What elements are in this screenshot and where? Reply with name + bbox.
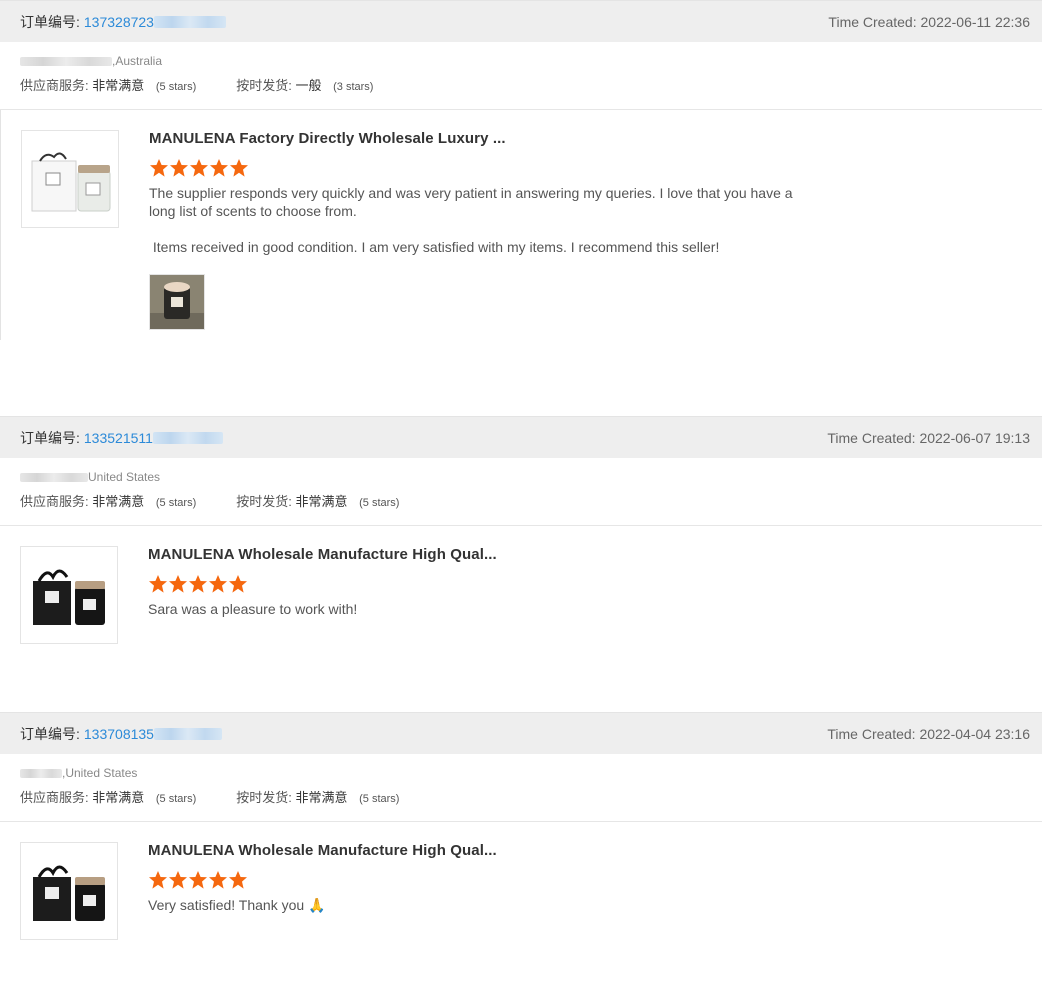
supplier-service-stars: (5 stars) (155, 793, 197, 805)
order-number-link[interactable]: 133708135 (84, 726, 154, 742)
buyer-info: ,United States 供应商服务: 非常满意 (5 stars) 按时发… (0, 754, 1042, 822)
review-text: Sara was a pleasure to work with! (148, 600, 808, 618)
star-icon (209, 575, 227, 593)
order-header: 订单编号: 133521511 Time Created: 2022-06-07… (0, 416, 1042, 458)
rating-stars (148, 574, 808, 594)
supplier-service-stars: (5 stars) (155, 81, 197, 93)
review-photo[interactable] (149, 274, 205, 330)
star-icon (169, 871, 187, 889)
star-icon (229, 871, 247, 889)
review-card: 订单编号: 133708135 Time Created: 2022-04-04… (0, 712, 1042, 940)
white-candle-set-image (22, 131, 118, 227)
on-time-delivery-label: 按时发货: (236, 78, 292, 93)
review-card: 订单编号: 137328723 Time Created: 2022-06-11… (0, 0, 1042, 340)
star-icon (149, 871, 167, 889)
supplier-service-label: 供应商服务: (20, 790, 89, 805)
star-icon (169, 575, 187, 593)
on-time-delivery-stars: (3 stars) (333, 81, 374, 93)
redacted-buyer-name (20, 472, 88, 482)
supplier-service-rating: 供应商服务: 非常满意 (5 stars) (20, 75, 196, 94)
buyer-country: ,United States (62, 766, 138, 780)
product-title[interactable]: MANULENA Wholesale Manufacture High Qual… (148, 546, 808, 564)
buyer-info: United States 供应商服务: 非常满意 (5 stars) 按时发货… (0, 458, 1042, 526)
supplier-service-stars: (5 stars) (155, 497, 197, 509)
on-time-delivery-value: 非常满意 (295, 790, 348, 805)
on-time-delivery-label: 按时发货: (236, 790, 292, 805)
product-thumbnail[interactable] (20, 546, 118, 644)
redacted-order-digits (152, 431, 223, 444)
buyer-country: United States (88, 470, 161, 484)
order-number-link[interactable]: 133521511 (84, 430, 153, 446)
on-time-delivery-value: 非常满意 (295, 494, 348, 509)
time-created-value: 2022-06-11 22:36 (920, 13, 1031, 30)
star-icon (170, 159, 188, 177)
star-icon (229, 575, 247, 593)
time-created-value: 2022-06-07 19:13 (919, 429, 1030, 446)
star-icon (189, 871, 207, 889)
redacted-buyer-name (20, 768, 62, 778)
supplier-service-value: 非常满意 (92, 790, 145, 805)
order-header: 订单编号: 137328723 Time Created: 2022-06-11… (0, 0, 1042, 42)
on-time-delivery-rating: 按时发货: 一般 (3 stars) (236, 75, 373, 94)
on-time-delivery-stars: (5 stars) (359, 497, 400, 509)
star-icon (150, 159, 168, 177)
buyer-info: ,Australia 供应商服务: 非常满意 (5 stars) 按时发货: 一… (0, 42, 1042, 110)
rating-stars (149, 158, 809, 178)
black-candle-gift-box-image (21, 843, 117, 939)
order-number-link[interactable]: 137328723 (84, 14, 154, 30)
review-text: Very satisfied! Thank you 🙏 (148, 896, 808, 914)
review-paragraph: Sara was a pleasure to work with! (148, 601, 358, 617)
star-icon (230, 159, 248, 177)
supplier-service-rating: 供应商服务: 非常满意 (5 stars) (20, 787, 196, 806)
buyer-country: ,Australia (112, 54, 163, 68)
on-time-delivery-stars: (5 stars) (359, 793, 400, 805)
review-paragraph: Very satisfied! Thank you 🙏 (148, 897, 326, 913)
order-header: 订单编号: 133708135 Time Created: 2022-04-04… (0, 712, 1042, 754)
time-created-value: 2022-04-04 23:16 (919, 725, 1030, 742)
product-thumbnail[interactable] (21, 130, 119, 228)
supplier-service-value: 非常满意 (92, 494, 145, 509)
redacted-order-digits (153, 15, 226, 28)
on-time-delivery-rating: 按时发货: 非常满意 (5 stars) (236, 787, 399, 806)
candle-jar-photo (150, 275, 204, 329)
supplier-service-label: 供应商服务: (20, 494, 89, 509)
product-title[interactable]: MANULENA Factory Directly Wholesale Luxu… (149, 130, 809, 148)
supplier-service-rating: 供应商服务: 非常满意 (5 stars) (20, 491, 196, 510)
on-time-delivery-value: 一般 (295, 78, 322, 93)
review-card: 订单编号: 133521511 Time Created: 2022-06-07… (0, 416, 1042, 644)
star-icon (210, 159, 228, 177)
rating-stars (148, 870, 808, 890)
time-created-label: Time Created: (827, 725, 916, 742)
time-created-label: Time Created: (827, 429, 916, 446)
order-number-label: 订单编号: (20, 725, 80, 742)
star-icon (149, 575, 167, 593)
redacted-order-digits (153, 727, 222, 740)
supplier-service-value: 非常满意 (92, 78, 145, 93)
star-icon (189, 575, 207, 593)
on-time-delivery-rating: 按时发货: 非常满意 (5 stars) (236, 491, 399, 510)
product-thumbnail[interactable] (20, 842, 118, 940)
review-text: The supplier responds very quickly and w… (149, 184, 809, 256)
order-number-label: 订单编号: (20, 429, 80, 446)
star-icon (209, 871, 227, 889)
review-paragraph: Items received in good condition. I am v… (149, 239, 720, 255)
redacted-buyer-name (20, 56, 112, 66)
supplier-service-label: 供应商服务: (20, 78, 89, 93)
order-number-label: 订单编号: (20, 13, 80, 30)
product-title[interactable]: MANULENA Wholesale Manufacture High Qual… (148, 842, 808, 860)
star-icon (190, 159, 208, 177)
time-created-label: Time Created: (828, 13, 917, 30)
black-candle-gift-box-image (21, 547, 117, 643)
review-paragraph: The supplier responds very quickly and w… (149, 185, 793, 219)
on-time-delivery-label: 按时发货: (236, 494, 292, 509)
